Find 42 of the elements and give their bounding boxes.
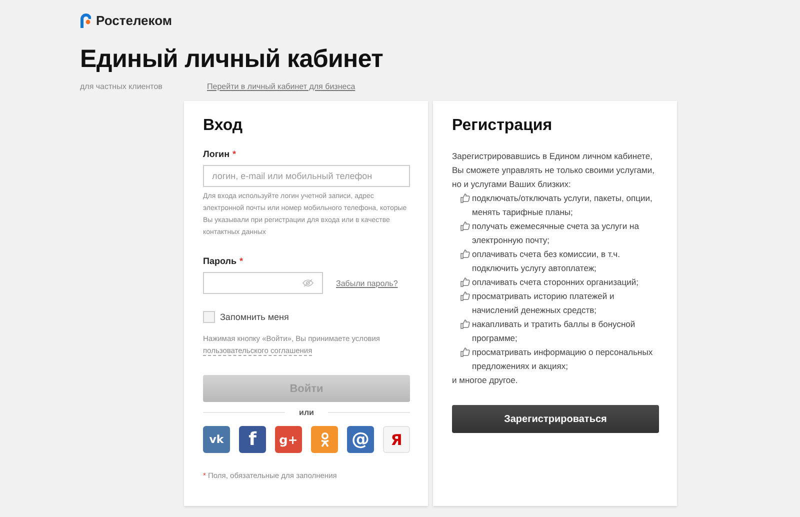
stick-figure-icon (320, 432, 330, 448)
thumbs-up-icon (460, 249, 470, 259)
remember-checkbox[interactable] (203, 311, 215, 323)
required-mark: * (240, 256, 244, 266)
logo-icon (80, 12, 91, 28)
login-label: Логин (203, 149, 230, 159)
business-link[interactable]: Перейти в личный кабинет для бизнеса (207, 82, 356, 90)
page-title: Единый личный кабинет (80, 45, 384, 74)
social-login-button[interactable]: vk (203, 426, 230, 453)
benefit-text: оплачивать счета сторонних организаций; (472, 276, 638, 289)
page-subtitle: для частных клиентов (80, 82, 164, 90)
thumbs-up-icon (460, 277, 470, 287)
required-mark: * (232, 149, 236, 159)
register-outro: и многое другое. (452, 374, 519, 387)
register-button[interactable]: Зарегистрироваться (452, 405, 659, 433)
login-title: Вход (203, 117, 244, 135)
register-intro: Зарегистрировавшись в Едином личном кабинете, Вы сможете управлять не только своими услугами, но и услугами Ваших близких: (452, 150, 656, 191)
benefit-text: получать ежемесячные счета за услуги на электронную почту; (472, 220, 640, 247)
benefit-text: подключать/отключать услуги, пакеты, опции, менять тарифные планы; (472, 192, 654, 219)
social-login-button[interactable] (311, 426, 338, 453)
benefit-text: просматривать историю платежей и начислений денежных средств; (472, 290, 616, 317)
thumbs-up-icon (460, 319, 470, 329)
thumbs-up-icon (460, 193, 470, 203)
benefit-text: накапливать и тратить баллы в бонусной программе; (472, 318, 636, 345)
remember-label: Запомнить меня (220, 312, 289, 322)
login-field[interactable]: логин, e-mail или мобильный телефон (203, 165, 410, 187)
register-title: Регистрация (452, 117, 554, 135)
benefit-text: просматривать информацию о персональных предложениях и акциях; (472, 346, 654, 373)
social-login-button[interactable]: f (239, 426, 266, 453)
hidden-eye-icon[interactable] (302, 279, 314, 287)
password-field[interactable] (203, 272, 323, 294)
social-login-button[interactable]: g+ (275, 426, 302, 453)
forgot-password-link[interactable]: Забыли пароль? (336, 278, 398, 288)
password-label: Пароль (203, 256, 236, 266)
brand-name: Ростелеком (96, 12, 172, 28)
thumbs-up-icon (460, 291, 470, 301)
divider-text: или (299, 408, 314, 417)
thumbs-up-icon (460, 221, 470, 231)
benefit-text: оплачивать счета без комиссии, в т.ч. подключить услугу автоплатеж; (472, 248, 621, 275)
social-login-button[interactable]: @ (347, 426, 374, 453)
thumbs-up-icon (460, 347, 470, 357)
social-login-button[interactable]: Я (383, 426, 410, 453)
